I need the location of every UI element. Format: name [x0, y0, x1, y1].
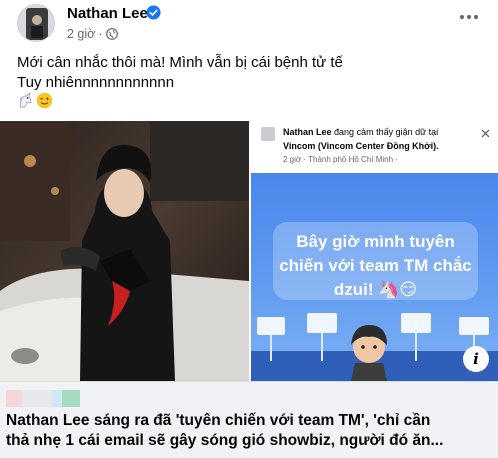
screenshot-image: Nathan Lee đang cảm thấy giận dữ tại Vin…: [251, 121, 498, 381]
close-icon: [481, 129, 490, 138]
link-title[interactable]: Nathan Lee sáng ra đã 'tuyên chiến với t…: [6, 411, 492, 451]
nathan-lee-photo: [0, 121, 249, 381]
screenshot-status: đang: [334, 127, 355, 137]
author-avatar[interactable]: [17, 4, 55, 42]
info-icon[interactable]: i: [463, 346, 489, 372]
post-header: Nathan Lee 2 giờ ·: [0, 0, 498, 52]
caption-emojis: 🦄😏: [378, 280, 418, 299]
screenshot-caption: Bây giờ mình tuyên chiến với team TM chắ…: [279, 232, 472, 299]
screenshot-place: Vincom (Vincom Center Đồng Khởi).: [283, 141, 439, 151]
meta-separator: ·: [98, 27, 103, 41]
link-preview[interactable]: Nathan Lee sáng ra đã 'tuyên chiến với t…: [0, 381, 498, 458]
link-domain-bar: [6, 390, 80, 407]
post-text-line-1: Mới cân nhắc thôi mà! Mình vẫn bị cái bệ…: [17, 54, 343, 71]
screenshot-feeling: cảm thấy giận dữ tại: [356, 127, 439, 137]
stadium-lights-illustration: [251, 313, 498, 381]
screenshot-name: Nathan Lee: [283, 127, 332, 137]
globe-icon[interactable]: [105, 28, 118, 40]
author-name[interactable]: Nathan Lee: [67, 5, 148, 22]
verified-badge-icon: [146, 5, 161, 20]
post-text: Mới cân nhắc thôi mà! Mình vẫn bị cái bệ…: [17, 53, 343, 93]
link-title-line-2: thả nhẹ 1 cái email sẽ gây sóng gió show…: [6, 432, 444, 449]
screenshot-line-1: Nathan Lee đang cảm thấy giận dữ tại: [283, 127, 438, 137]
emoji-row: [17, 92, 53, 109]
screenshot-avatar: [261, 127, 275, 141]
winking-face-emoji-icon: [36, 92, 53, 109]
screenshot-post-header: Nathan Lee đang cảm thấy giận dữ tại Vin…: [251, 121, 498, 173]
link-title-line-1: Nathan Lee sáng ra đã 'tuyên chiến với t…: [6, 412, 431, 429]
post-meta: 2 giờ ·: [67, 27, 118, 41]
screenshot-location: 2 giờ · Thành phố Hồ Chí Minh ·: [283, 155, 398, 164]
link-preview-image[interactable]: Nathan Lee đang cảm thấy giận dữ tại Vin…: [0, 121, 498, 381]
unicorn-emoji-icon: [19, 92, 32, 108]
post-time[interactable]: 2 giờ: [67, 27, 95, 41]
more-options-icon[interactable]: [458, 12, 480, 22]
post-text-line-2: Tuy nhiênnnnnnnnnnnn: [17, 74, 175, 91]
